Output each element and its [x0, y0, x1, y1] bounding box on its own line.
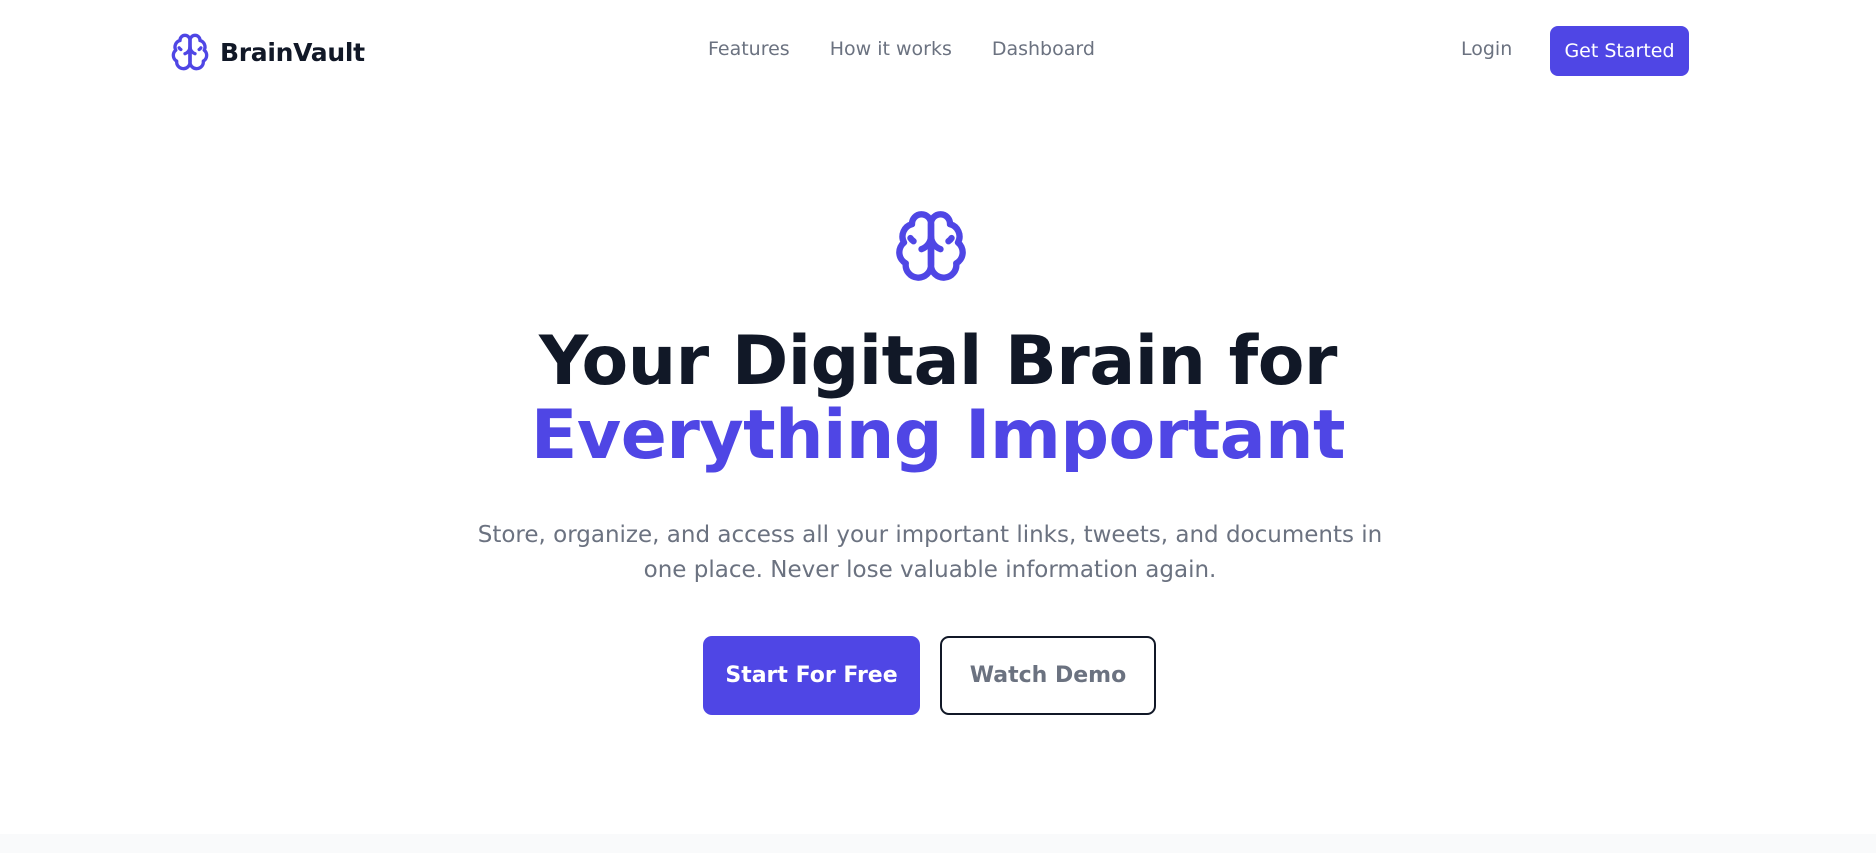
get-started-button[interactable]: Get Started [1550, 26, 1689, 76]
brand-logo-link[interactable]: BrainVault [170, 30, 365, 74]
nav-link-features[interactable]: Features [708, 38, 790, 60]
brain-icon [896, 211, 966, 281]
brain-icon [171, 33, 209, 71]
hero-title: Your Digital Brain for Everything Import… [0, 325, 1876, 473]
hero-title-line2: Everything Important [530, 396, 1346, 475]
next-section-edge [0, 834, 1876, 853]
hero-title-line1: Your Digital Brain for [539, 322, 1337, 401]
nav-link-how-it-works[interactable]: How it works [830, 38, 952, 60]
start-for-free-button[interactable]: Start For Free [703, 636, 920, 715]
watch-demo-button[interactable]: Watch Demo [940, 636, 1156, 715]
login-link[interactable]: Login [1461, 38, 1512, 60]
navbar: BrainVault Features How it works Dashboa… [0, 0, 1876, 104]
main-nav: Features How it works Dashboard [708, 38, 1095, 60]
landing-page: BrainVault Features How it works Dashboa… [0, 0, 1876, 853]
brand-name: BrainVault [220, 37, 365, 67]
hero-subtitle: Store, organize, and access all your imp… [477, 522, 1383, 583]
nav-link-dashboard[interactable]: Dashboard [992, 38, 1095, 60]
